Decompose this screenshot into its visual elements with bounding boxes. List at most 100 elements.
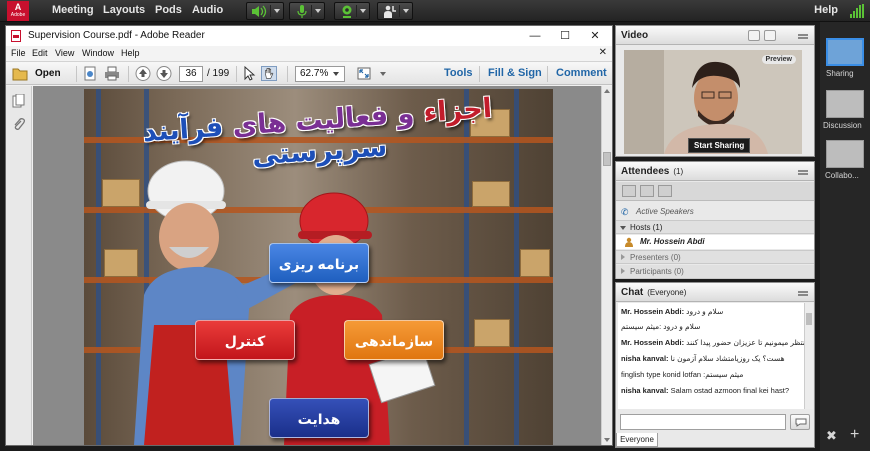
presenters-group-row[interactable]: Presenters (0) — [616, 250, 814, 264]
webcam-icon — [342, 5, 352, 18]
tools-tab[interactable]: Tools — [444, 67, 473, 79]
expand-arrow-icon[interactable] — [620, 226, 626, 230]
hosts-group-row[interactable]: Hosts (1) — [616, 220, 814, 234]
scroll-down-icon[interactable] — [604, 438, 610, 442]
video-grid-icon[interactable] — [748, 30, 760, 41]
start-sharing-button[interactable]: Start Sharing — [688, 138, 751, 153]
pdf-document-view[interactable]: اجزاء و فعالیت های فرآیند سرپرستی برنامه… — [33, 86, 601, 445]
video-filmstrip-icon[interactable] — [764, 30, 776, 41]
open-folder-icon[interactable] — [12, 66, 28, 81]
hand-tool-icon[interactable] — [261, 66, 277, 81]
pod-options-menu-icon[interactable] — [798, 170, 808, 175]
chat-text: هست؟ یک روزیامتشاد سلام آزمون نا — [670, 354, 785, 363]
speaker-control[interactable] — [246, 2, 284, 20]
menu-help[interactable]: Help — [814, 4, 838, 16]
close-button[interactable]: ✕ — [582, 28, 608, 44]
slide-title-part1: اجزاء — [422, 92, 494, 129]
pdf-menu-window[interactable]: Window — [82, 48, 114, 58]
page-number-input[interactable]: 36 — [179, 66, 203, 82]
microphone-control[interactable] — [289, 2, 325, 20]
menu-meeting[interactable]: Meeting — [52, 4, 94, 16]
chat-sender: Mr. Hossein Abdi: — [621, 307, 685, 316]
slide-button-organizing[interactable]: سازماندهی — [344, 320, 444, 360]
fit-page-icon[interactable] — [356, 66, 372, 81]
chat-tab-everyone[interactable]: Everyone — [616, 433, 658, 447]
scroll-up-icon[interactable] — [604, 89, 610, 93]
pdf-window-title: Supervision Course.pdf - Adobe Reader — [28, 30, 205, 41]
host-user-icon — [625, 237, 633, 247]
chat-message: nisha kanval: Salam ostad azmoon final k… — [621, 386, 789, 395]
pdf-menu-bar: File Edit View Window Help ✕ — [6, 46, 612, 61]
chat-scope: (Everyone) — [647, 288, 687, 297]
webcam-feed: Preview Start Sharing — [624, 50, 802, 154]
maximize-button[interactable]: ☐ — [552, 28, 578, 44]
add-layout-icon[interactable]: + — [850, 426, 859, 444]
minimize-button[interactable]: — — [522, 28, 548, 44]
slide-button-leading[interactable]: هدایت — [269, 398, 369, 438]
pdf-vertical-scrollbar[interactable] — [601, 86, 612, 445]
slide-page: اجزاء و فعالیت های فرآیند سرپرستی برنامه… — [84, 89, 553, 445]
share-pod-pdf-window: Supervision Course.pdf - Adobe Reader — … — [5, 25, 613, 446]
status-view-icon[interactable] — [640, 185, 654, 197]
create-pdf-icon[interactable] — [82, 66, 98, 81]
video-pod: Video Preview Start Sharing — [615, 25, 815, 157]
chat-pod-header: Chat (Everyone) — [616, 283, 814, 302]
comment-tab[interactable]: Comment — [556, 67, 607, 79]
print-icon[interactable] — [104, 66, 120, 81]
pod-options-menu-icon[interactable] — [798, 291, 808, 296]
attendee-row[interactable]: Mr. Hossein Abdi — [616, 235, 814, 249]
page-thumbnails-icon[interactable] — [12, 94, 26, 108]
video-pod-header: Video — [616, 26, 814, 45]
layout-label: Sharing — [826, 69, 854, 78]
pdf-menu-edit[interactable]: Edit — [32, 48, 48, 58]
chat-sender: Mr. Hossein Abdi: — [621, 338, 685, 347]
attendees-pod-header: Attendees (1) — [616, 162, 814, 181]
pdf-menu-view[interactable]: View — [55, 48, 74, 58]
chat-sender: nisha kanval: — [621, 354, 669, 363]
participants-group-row[interactable]: Participants (0) — [616, 265, 814, 279]
menu-layouts[interactable]: Layouts — [103, 4, 145, 16]
chat-scrollbar[interactable] — [804, 303, 813, 409]
fill-sign-tab[interactable]: Fill & Sign — [488, 67, 542, 79]
select-cursor-icon[interactable] — [241, 66, 257, 81]
scrollbar-thumb[interactable] — [806, 313, 812, 325]
next-page-icon[interactable] — [156, 66, 172, 81]
chevron-down-icon[interactable] — [315, 9, 321, 13]
wrench-icon[interactable]: ✖ — [826, 428, 837, 444]
chevron-down-icon[interactable] — [360, 9, 366, 13]
list-view-icon[interactable] — [622, 185, 636, 197]
previous-page-icon[interactable] — [135, 66, 151, 81]
layout-label: Collabo... — [825, 171, 859, 180]
chevron-down-icon[interactable] — [403, 9, 409, 13]
chat-pod: Chat (Everyone) Mr. Hossein Abdi: سلام و … — [615, 282, 815, 448]
webcam-control[interactable] — [334, 2, 370, 20]
chevron-down-icon[interactable] — [333, 72, 339, 76]
collapse-arrow-icon[interactable] — [621, 268, 625, 274]
pdf-menu-help[interactable]: Help — [121, 48, 140, 58]
chat-messages: Mr. Hossein Abdi: سلام و درود سلام و درو… — [618, 303, 805, 409]
collapse-arrow-icon[interactable] — [621, 254, 625, 260]
chat-message: Mr. Hossein Abdi: سلام و درود — [621, 307, 723, 316]
close-document-icon[interactable]: ✕ — [599, 47, 607, 58]
layout-thumbnail — [826, 140, 864, 168]
raise-hand-control[interactable] — [377, 2, 413, 20]
scrollbar-thumb[interactable] — [603, 152, 611, 166]
chat-message: سلام و درود :میثم سیستم — [621, 322, 700, 331]
slide-button-control[interactable]: کنترل — [195, 320, 295, 360]
toolbar-overflow-icon[interactable] — [380, 72, 386, 76]
open-button[interactable]: Open — [35, 68, 61, 79]
menu-pods[interactable]: Pods — [155, 4, 182, 16]
breakout-view-icon[interactable] — [658, 185, 672, 197]
menu-audio[interactable]: Audio — [192, 4, 223, 16]
attendees-pod: Attendees (1) ✆ Active Speakers Hosts (1)… — [615, 161, 815, 279]
chat-message: finglish type konid lotfan :میثم سیستم — [621, 370, 743, 379]
slide-button-planning[interactable]: برنامه ریزی — [269, 243, 369, 283]
attendees-count: (1) — [673, 167, 684, 176]
pod-options-menu-icon[interactable] — [798, 34, 808, 39]
pdf-menu-file[interactable]: File — [11, 48, 26, 58]
chevron-down-icon[interactable] — [274, 9, 280, 13]
chat-input[interactable] — [620, 414, 786, 430]
attachments-paperclip-icon[interactable] — [12, 118, 26, 132]
adobe-logo-text: Adobe — [10, 12, 26, 18]
send-message-button[interactable] — [790, 414, 810, 430]
